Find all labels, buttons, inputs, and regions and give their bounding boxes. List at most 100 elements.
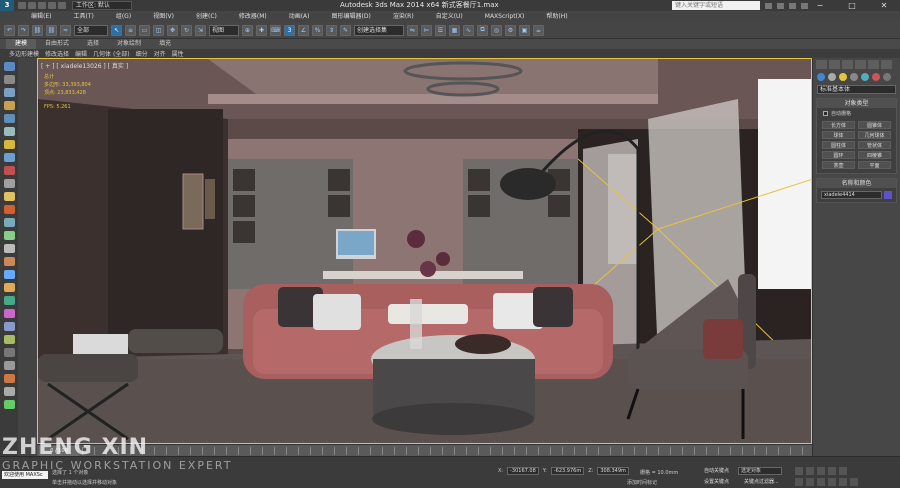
geosphere-button[interactable]: 几何球体 — [858, 131, 891, 139]
star-icon[interactable] — [789, 2, 796, 9]
selection-filter-dropdown[interactable]: 全部 — [74, 24, 108, 36]
percent-snap-icon[interactable]: % — [312, 24, 323, 36]
systems-icon[interactable] — [883, 73, 891, 81]
pivot-center-icon[interactable]: ⊕ — [242, 24, 253, 36]
redo-tool-icon[interactable]: ↷ — [18, 24, 29, 36]
new-file-icon[interactable] — [18, 2, 26, 9]
select-manipulate-icon[interactable]: ✚ — [256, 24, 267, 36]
shape-icon[interactable] — [3, 179, 15, 188]
tab-populate[interactable]: 填充 — [150, 39, 180, 49]
select-rotate-icon[interactable]: ↻ — [181, 24, 192, 36]
maximize-button[interactable]: □ — [836, 0, 868, 11]
torus-button[interactable]: 圆环 — [822, 151, 855, 159]
render-setup-icon[interactable]: ⚙ — [505, 24, 516, 36]
previous-frame-icon[interactable] — [806, 467, 814, 475]
align-icon[interactable]: ⊨ — [421, 24, 432, 36]
select-move-icon[interactable]: ✥ — [167, 24, 178, 36]
light-icon[interactable] — [3, 101, 15, 110]
menu-help[interactable]: 帮助(H) — [535, 11, 578, 22]
close-button[interactable]: ✕ — [868, 0, 900, 11]
ribbon-edit[interactable]: 编辑 — [72, 49, 90, 58]
minimize-button[interactable]: − — [804, 0, 836, 11]
sun-icon[interactable] — [3, 140, 15, 149]
hierarchy-tab-icon[interactable] — [842, 60, 853, 69]
box-icon[interactable] — [3, 75, 15, 84]
set-key-button[interactable]: 设置关键点 — [704, 478, 740, 486]
name-color-header[interactable]: 名称和颜色 — [817, 179, 896, 188]
object-name-field[interactable]: xiadele4414 — [821, 191, 882, 199]
select-scale-icon[interactable]: ⇲ — [195, 24, 206, 36]
spinner-snap-icon[interactable]: ⇕ — [326, 24, 337, 36]
checkbox-icon[interactable] — [823, 111, 828, 116]
menu-customize[interactable]: 自定义(U) — [425, 11, 474, 22]
plane-button[interactable]: 平面 — [858, 161, 891, 169]
spacewarp-icon[interactable] — [3, 166, 15, 175]
ribbon-polygon-modeling[interactable]: 多边形建模 — [6, 49, 42, 58]
mirror-icon[interactable]: ⇋ — [407, 24, 418, 36]
select-object-icon[interactable]: ↖ — [111, 24, 122, 36]
object-type-header[interactable]: 对象类型 — [817, 99, 896, 108]
tube-icon[interactable] — [3, 296, 15, 305]
bind-space-warp-icon[interactable]: ≈ — [60, 24, 71, 36]
pan-icon[interactable] — [828, 478, 836, 486]
ribbon-geometry-all[interactable]: 几何体 (全部) — [90, 49, 133, 58]
pyramid-button[interactable]: 四棱锥 — [858, 151, 891, 159]
zoom-icon[interactable] — [795, 478, 803, 486]
ribbon-modify-selection[interactable]: 修改选择 — [42, 49, 72, 58]
curve-editor-icon[interactable]: ∿ — [463, 24, 474, 36]
foliage-icon[interactable] — [3, 335, 15, 344]
menu-group[interactable]: 组(G) — [105, 11, 142, 22]
torus-icon[interactable] — [3, 257, 15, 266]
workspace-dropdown[interactable]: 工作区: 默认 — [72, 1, 132, 10]
binoculars-icon[interactable] — [765, 2, 772, 9]
particle-icon[interactable] — [3, 205, 15, 214]
undo-icon[interactable] — [48, 2, 56, 9]
menu-rendering[interactable]: 渲染(R) — [382, 11, 425, 22]
sphere-button[interactable]: 球体 — [822, 131, 855, 139]
keyboard-shortcut-icon[interactable]: ⌨ — [270, 24, 281, 36]
modify-tab-icon[interactable] — [829, 60, 840, 69]
maxscript-listener[interactable]: 欢迎使用 MAXSc — [2, 471, 48, 479]
tab-object-paint[interactable]: 对象绘制 — [108, 39, 150, 49]
railing-icon[interactable] — [3, 387, 15, 396]
helper-icon[interactable] — [3, 153, 15, 162]
window-icon[interactable] — [3, 361, 15, 370]
rectangular-selection-icon[interactable]: ▭ — [139, 24, 150, 36]
geometry-icon[interactable] — [817, 73, 825, 81]
field-of-view-icon[interactable] — [817, 478, 825, 486]
ribbon-subdivision[interactable]: 细分 — [133, 49, 151, 58]
tab-modeling[interactable]: 建模 — [6, 39, 37, 49]
menu-modifiers[interactable]: 修改器(M) — [228, 11, 278, 22]
menu-views[interactable]: 视图(V) — [142, 11, 185, 22]
omni-light-icon[interactable] — [3, 192, 15, 201]
box-button[interactable]: 长方体 — [822, 121, 855, 129]
ribbon-properties[interactable]: 属性 — [169, 49, 187, 58]
lights-icon[interactable] — [839, 73, 847, 81]
teapot-icon[interactable] — [3, 127, 15, 136]
utilities-tab-icon[interactable] — [881, 60, 892, 69]
menu-graph-editors[interactable]: 图形编辑器(D) — [321, 11, 382, 22]
pyramid-icon[interactable] — [3, 283, 15, 292]
search-input[interactable]: 键入关键字或短语 — [672, 1, 760, 10]
menu-edit[interactable]: 编辑(E) — [20, 11, 62, 22]
cylinder-button[interactable]: 圆柱体 — [822, 141, 855, 149]
space-warps-icon[interactable] — [872, 73, 880, 81]
add-time-tag-button[interactable]: 添加时间标记 — [627, 479, 657, 486]
graphite-toggle-icon[interactable]: ▦ — [449, 24, 460, 36]
rendered-frame-icon[interactable]: ▣ — [519, 24, 530, 36]
viewport-label[interactable]: [ + ] [ xiadele13026 ] [ 真实 ] — [41, 61, 128, 70]
tab-freeform[interactable]: 自由形式 — [36, 39, 78, 49]
geosphere-icon[interactable] — [3, 270, 15, 279]
schematic-view-icon[interactable]: ⧉ — [477, 24, 488, 36]
create-tab-icon[interactable] — [816, 60, 827, 69]
key-filters-button[interactable]: 关键点过滤器... — [744, 478, 790, 486]
tube-button[interactable]: 管状体 — [858, 141, 891, 149]
material-editor-icon[interactable]: ◎ — [491, 24, 502, 36]
tree-icon[interactable] — [3, 322, 15, 331]
link-icon[interactable]: ⛓ — [32, 24, 43, 36]
teapot-button[interactable]: 茶壶 — [822, 161, 855, 169]
unlink-icon[interactable]: ⛓ — [46, 24, 57, 36]
save-file-icon[interactable] — [38, 2, 46, 9]
orbit-icon[interactable] — [839, 478, 847, 486]
category-dropdown[interactable]: 标准基本体 — [817, 85, 896, 94]
